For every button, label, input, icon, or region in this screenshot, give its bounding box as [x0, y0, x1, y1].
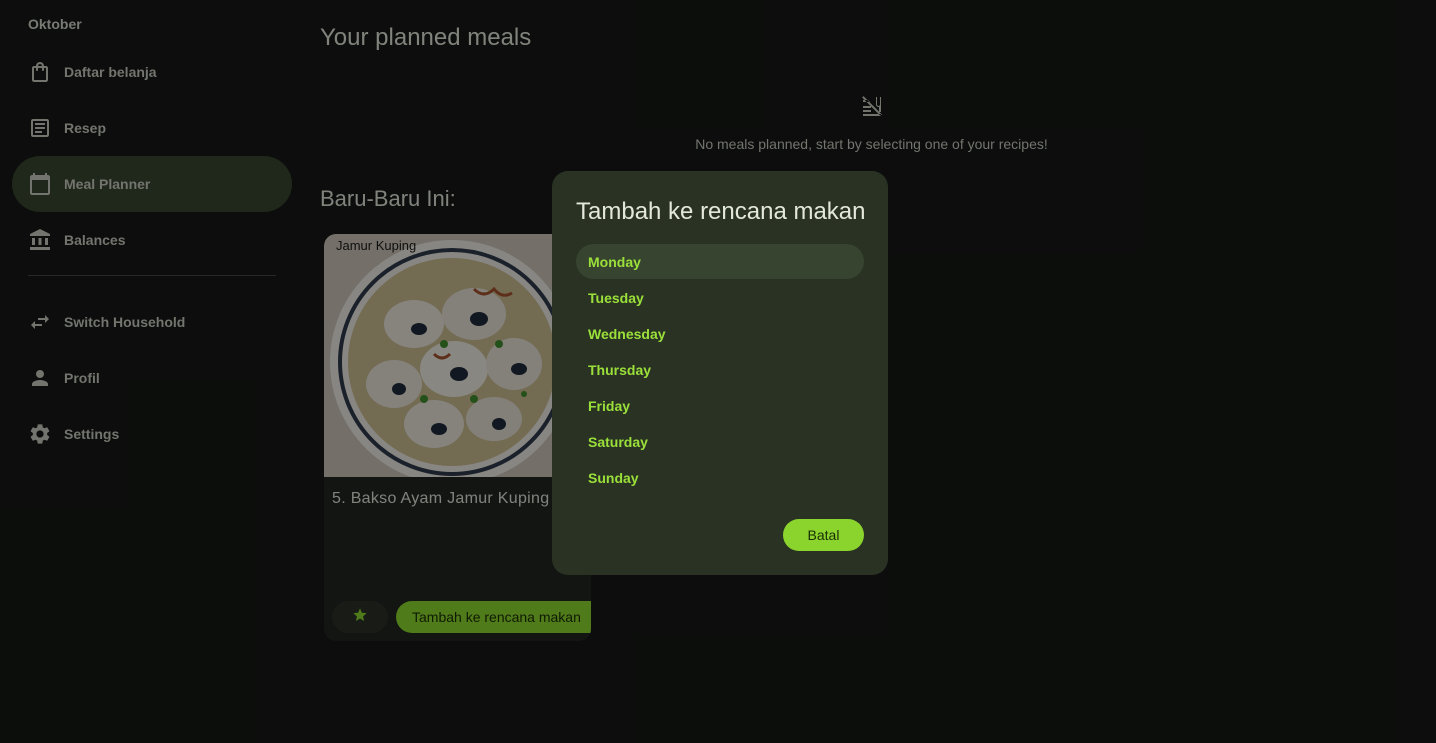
day-option-tuesday[interactable]: Tuesday: [576, 280, 864, 315]
add-to-meal-plan-dialog: Tambah ke rencana makan Monday Tuesday W…: [552, 171, 888, 575]
dialog-title: Tambah ke rencana makan: [576, 198, 866, 225]
day-option-friday[interactable]: Friday: [576, 388, 864, 423]
day-option-wednesday[interactable]: Wednesday: [576, 316, 864, 351]
day-option-monday[interactable]: Monday: [576, 244, 864, 279]
day-option-saturday[interactable]: Saturday: [576, 424, 864, 459]
day-option-thursday[interactable]: Thursday: [576, 352, 864, 387]
day-option-sunday[interactable]: Sunday: [576, 460, 864, 495]
cancel-button[interactable]: Batal: [783, 519, 864, 551]
